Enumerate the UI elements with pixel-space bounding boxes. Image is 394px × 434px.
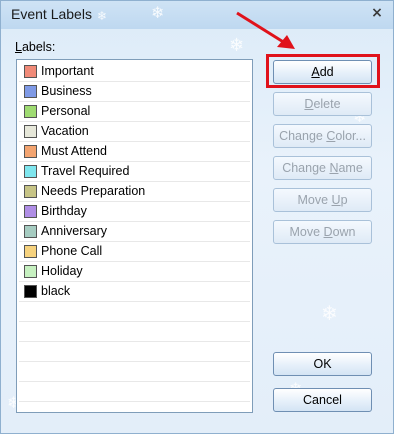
list-item-label: Personal [41, 104, 91, 118]
event-labels-dialog: Event Labels × ❄ ❄ ❄ ❄ ❄ ❄ ❄ Labels: Imp… [0, 0, 394, 434]
list-item[interactable]: Vacation [19, 122, 250, 142]
list-item[interactable]: Personal [19, 102, 250, 122]
color-swatch [24, 145, 37, 158]
list-item-label: Important [41, 64, 94, 78]
color-swatch [24, 105, 37, 118]
list-item[interactable]: Travel Required [19, 162, 250, 182]
empty-list-row[interactable] [19, 382, 250, 402]
color-swatch [24, 165, 37, 178]
color-swatch [24, 185, 37, 198]
list-item-label: black [41, 284, 71, 298]
list-item[interactable]: Important [19, 62, 250, 82]
list-item-label: Vacation [41, 124, 89, 138]
snowflake-icon: ❄ [229, 35, 245, 56]
list-item-label: Holiday [41, 264, 83, 278]
list-item[interactable]: Phone Call [19, 242, 250, 262]
list-item-label: Anniversary [41, 224, 107, 238]
list-item-label: Business [41, 84, 92, 98]
list-item[interactable]: black [19, 282, 250, 302]
color-swatch [24, 65, 37, 78]
color-swatch [24, 85, 37, 98]
close-icon[interactable]: × [369, 5, 385, 23]
empty-list-row[interactable] [19, 342, 250, 362]
list-item[interactable]: Birthday [19, 202, 250, 222]
change-name-button[interactable]: Change Name [273, 156, 372, 180]
list-item[interactable]: Needs Preparation [19, 182, 250, 202]
labels-list[interactable]: Important Business Personal Vacation Must At… [16, 59, 253, 413]
empty-list-row[interactable] [19, 322, 250, 342]
dialog-title: Event Labels [11, 6, 92, 22]
labels-caption: Labels: [15, 40, 56, 54]
ok-button[interactable]: OK [273, 352, 372, 376]
cancel-button[interactable]: Cancel [273, 388, 372, 412]
list-item[interactable]: Business [19, 82, 250, 102]
delete-button[interactable]: Delete [273, 92, 372, 116]
list-item[interactable]: Holiday [19, 262, 250, 282]
list-item-label: Must Attend [41, 144, 108, 158]
snowflake-icon: ❄ [321, 301, 338, 325]
list-item-label: Travel Required [41, 164, 130, 178]
title-bar[interactable]: Event Labels × [1, 1, 393, 29]
color-swatch [24, 265, 37, 278]
color-swatch [24, 285, 37, 298]
color-swatch [24, 205, 37, 218]
color-swatch [24, 125, 37, 138]
color-swatch [24, 245, 37, 258]
list-item-label: Birthday [41, 204, 87, 218]
empty-list-row[interactable] [19, 362, 250, 382]
move-up-button[interactable]: Move Up [273, 188, 372, 212]
add-button[interactable]: Add [273, 60, 372, 84]
move-down-button[interactable]: Move Down [273, 220, 372, 244]
list-item-label: Needs Preparation [41, 184, 146, 198]
list-item[interactable]: Anniversary [19, 222, 250, 242]
list-item-label: Phone Call [41, 244, 103, 258]
change-color-button[interactable]: Change Color... [273, 124, 372, 148]
list-item[interactable]: Must Attend [19, 142, 250, 162]
empty-list-row[interactable] [19, 302, 250, 322]
color-swatch [24, 225, 37, 238]
